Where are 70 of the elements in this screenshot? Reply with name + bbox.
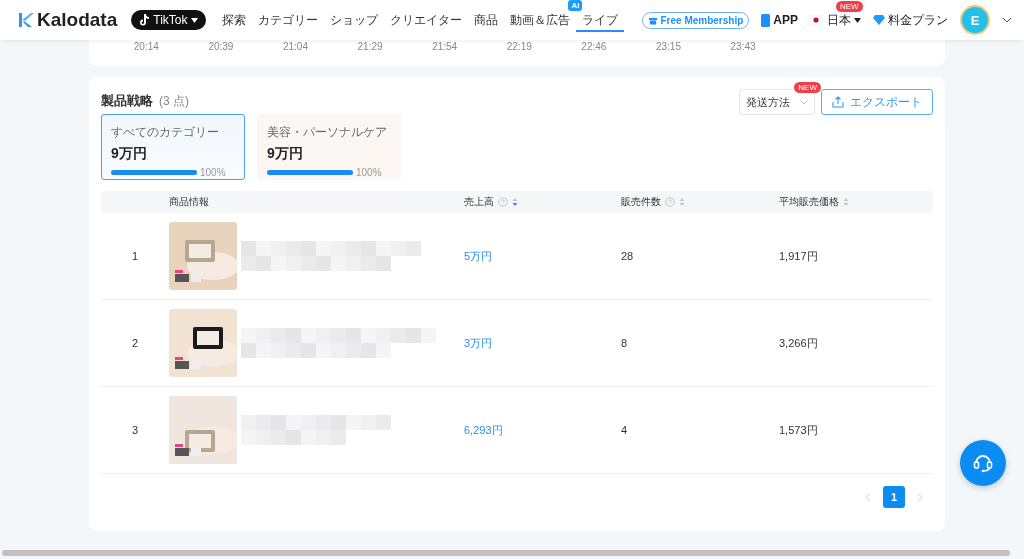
nav-tab[interactable]: カテゴリー	[252, 12, 325, 32]
category-value: 9万円	[111, 145, 148, 163]
column-header[interactable]: 販売件数	[621, 195, 661, 209]
axis-label: 20:39	[207, 41, 235, 52]
ai-badge: Ai	[568, 0, 583, 11]
gift-icon	[647, 15, 658, 25]
nav-tab[interactable]: クリエイター	[384, 12, 469, 32]
axis-label: 23:43	[729, 41, 757, 52]
category-percent: 100%	[356, 167, 382, 178]
caret-icon	[191, 17, 199, 23]
sort-icon[interactable]	[679, 197, 685, 207]
axis-label: 23:15	[654, 41, 682, 52]
chevron-down-icon	[800, 99, 808, 105]
sales-link[interactable]: 6,293円	[464, 422, 621, 438]
previous-page-icon[interactable]	[865, 492, 871, 502]
price-cell-text: 1,573円	[779, 422, 819, 438]
caret-icon	[854, 17, 861, 23]
horizontal-scrollbar[interactable]	[2, 550, 1010, 556]
section-title: 製品戦略	[101, 92, 153, 110]
category-name: 美容・パーソナルケア	[267, 124, 388, 141]
axis-label: 21:29	[356, 41, 384, 52]
pricing-link[interactable]: 料金プラン	[873, 11, 948, 29]
category-name: すべてのカテゴリー	[111, 124, 220, 141]
help-icon[interactable]	[498, 197, 508, 207]
nav-tab[interactable]: 商品	[468, 12, 505, 32]
nav-tab[interactable]: ライブ	[576, 12, 625, 32]
price-cell-text: 3,266円	[779, 335, 819, 351]
region-dropdown[interactable]: 日本	[827, 11, 861, 29]
new-badge: NEW	[794, 82, 821, 93]
music-note-icon	[139, 14, 150, 26]
units-cell-text: 28	[621, 250, 635, 262]
help-icon[interactable]	[665, 197, 675, 207]
axis-label: 21:54	[431, 41, 459, 52]
rank-cell-text: 2	[130, 337, 140, 349]
axis-label: 21:04	[281, 41, 309, 52]
units-cell-text: 4	[621, 424, 629, 436]
logo-icon	[18, 12, 34, 28]
flag-icon	[810, 15, 822, 25]
axis-label: 20:14	[132, 41, 160, 52]
nav-tab[interactable]: ショップ	[324, 12, 385, 32]
category-card[interactable]: 美容・パーソナルケア 9万円 100%	[257, 114, 401, 180]
phone-icon	[761, 13, 771, 27]
logo-text[interactable]: Kalodata	[37, 9, 118, 31]
sales-link[interactable]: 3万円	[464, 335, 621, 351]
nav-tab[interactable]: 探索	[216, 12, 253, 32]
axis-label: 22:19	[505, 41, 533, 52]
next-page-icon[interactable]	[917, 492, 923, 502]
nav-tab[interactable]: 動画＆広告	[504, 12, 577, 32]
chevron-down-icon[interactable]	[1002, 17, 1012, 23]
sort-icon[interactable]	[843, 197, 849, 207]
item-count: (3 点)	[159, 93, 189, 110]
category-card[interactable]: すべてのカテゴリー 9万円 100%	[101, 114, 245, 180]
column-header[interactable]: 平均販売価格	[779, 195, 839, 209]
units-cell-text: 8	[621, 337, 629, 349]
column-header: 商品情報	[169, 195, 209, 209]
new-badge: NEW	[836, 0, 863, 12]
support-button[interactable]	[960, 440, 1006, 486]
category-percent: 100%	[200, 167, 226, 178]
sales-link[interactable]: 5万円	[464, 248, 621, 264]
column-header[interactable]: 売上高	[464, 195, 494, 209]
diamond-icon	[873, 15, 885, 25]
sort-icon[interactable]	[512, 197, 518, 207]
app-link[interactable]: APP	[761, 13, 798, 27]
platform-dropdown[interactable]: TikTok	[131, 10, 207, 30]
upload-icon	[832, 96, 844, 108]
rank-cell-text: 3	[130, 424, 140, 436]
rank-cell-text: 1	[130, 250, 140, 262]
price-cell-text: 1,917円	[779, 248, 819, 264]
axis-label: 22:46	[580, 41, 608, 52]
category-value: 9万円	[267, 145, 304, 163]
